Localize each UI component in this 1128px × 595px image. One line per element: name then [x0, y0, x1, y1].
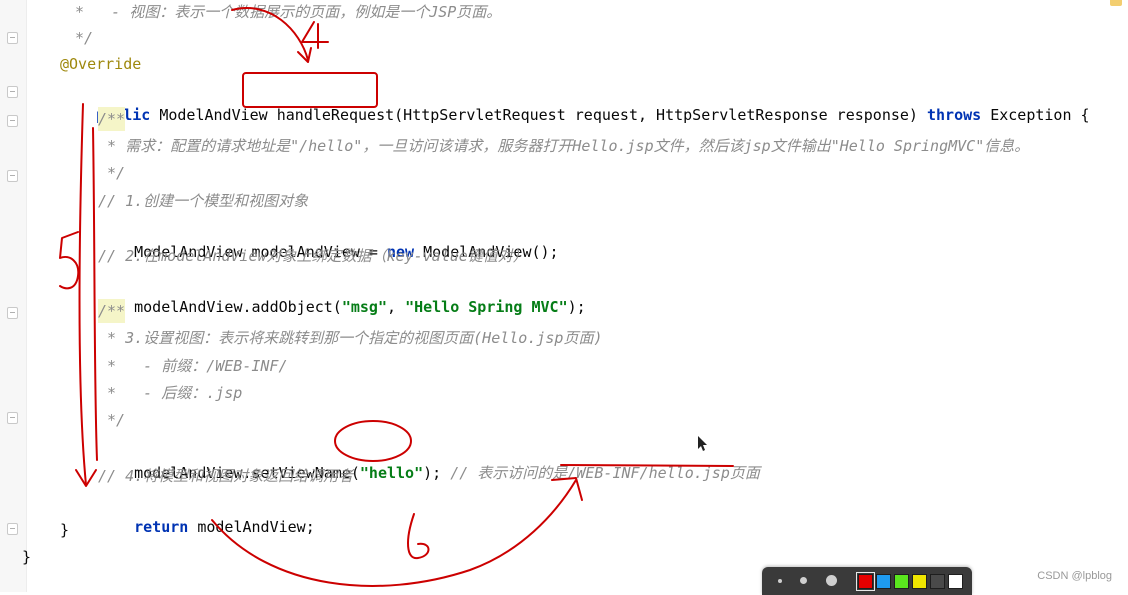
pen-size-large-icon[interactable]	[826, 575, 837, 586]
color-yellow-swatch[interactable]	[912, 574, 927, 589]
code-line: modelAndView.setViewName("hello"); // 表示…	[98, 437, 760, 482]
return-type: ModelAndView	[150, 106, 277, 124]
parameter-list: (HttpServletRequest request, HttpServlet…	[394, 106, 927, 124]
pen-size-small-icon[interactable]	[778, 579, 782, 583]
doc-comment-start: /**	[98, 299, 126, 323]
code-text: modelAndView.addObject(	[134, 298, 342, 316]
code-line: * - 前缀：/WEB-INF/	[98, 357, 288, 375]
doc-comment-start: /**	[98, 107, 126, 131]
code-line: * 需求：配置的请求地址是"/hello"，一旦访问该请求，服务器打开Hello…	[98, 137, 1030, 155]
annotation-toolbar	[762, 567, 972, 595]
code-line: * - 后缀：.jsp	[98, 384, 243, 402]
fold-icon[interactable]	[7, 32, 18, 44]
string-literal: "msg"	[341, 298, 387, 316]
override-annotation: @Override	[60, 55, 142, 73]
fold-icon[interactable]	[7, 523, 18, 535]
code-line: return modelAndView;	[98, 491, 315, 536]
color-red-swatch[interactable]	[856, 572, 875, 591]
code-line: // 4.将模型和视图对象返回给调用者	[98, 467, 354, 485]
code-line: // 2.在modelAndView对象上绑定数据（key-value键值对）	[98, 247, 528, 265]
code-line: ModelAndView modelAndView = new ModelAnd…	[98, 216, 558, 261]
watermark: CSDN @lpblog	[1037, 570, 1112, 582]
keyword: throws	[926, 106, 982, 124]
fold-icon[interactable]	[7, 412, 18, 424]
code-line: * - 视图：表示一个数据展示的页面，例如是一个JSP页面。	[66, 3, 502, 21]
code-text: );	[567, 298, 586, 316]
code-line: */	[98, 411, 126, 429]
closing-brace: }	[22, 548, 32, 566]
code-text: ,	[387, 298, 406, 316]
fold-icon[interactable]	[7, 170, 18, 182]
color-blue-swatch[interactable]	[876, 574, 891, 589]
code-line: */	[66, 29, 94, 47]
method-signature: public ModelAndView handleRequest(HttpSe…	[60, 79, 1089, 124]
code-editor[interactable]: * - 视图：表示一个数据展示的页面，例如是一个JSP页面。 */ @Overr…	[0, 0, 1128, 592]
exception-type: Exception {	[981, 106, 1090, 124]
inspection-marker-icon[interactable]	[1110, 0, 1122, 6]
editor-gutter[interactable]	[0, 0, 27, 592]
string-literal: "Hello Spring MVC"	[405, 298, 568, 316]
inline-comment: // 表示访问的是/WEB-INF/hello.jsp页面	[450, 464, 760, 482]
method-name: handleRequest	[276, 106, 395, 124]
fold-icon[interactable]	[7, 307, 18, 319]
keyword: return	[134, 518, 189, 536]
code-text: modelAndView;	[188, 518, 315, 536]
color-white-swatch[interactable]	[948, 574, 963, 589]
code-text: );	[423, 464, 451, 482]
pen-size-medium-icon[interactable]	[800, 577, 807, 584]
string-literal: "hello"	[359, 464, 424, 482]
code-line: */	[98, 164, 126, 182]
code-line: modelAndView.addObject("msg", "Hello Spr…	[98, 271, 586, 316]
closing-brace: }	[60, 521, 70, 539]
color-green-swatch[interactable]	[894, 574, 909, 589]
fold-icon[interactable]	[7, 86, 18, 98]
fold-icon[interactable]	[7, 115, 18, 127]
color-gray-swatch[interactable]	[930, 574, 945, 589]
code-line: * 3.设置视图：表示将来跳转到那一个指定的视图页面(Hello.jsp页面)	[98, 329, 603, 347]
code-line: // 1.创建一个模型和视图对象	[98, 192, 309, 210]
